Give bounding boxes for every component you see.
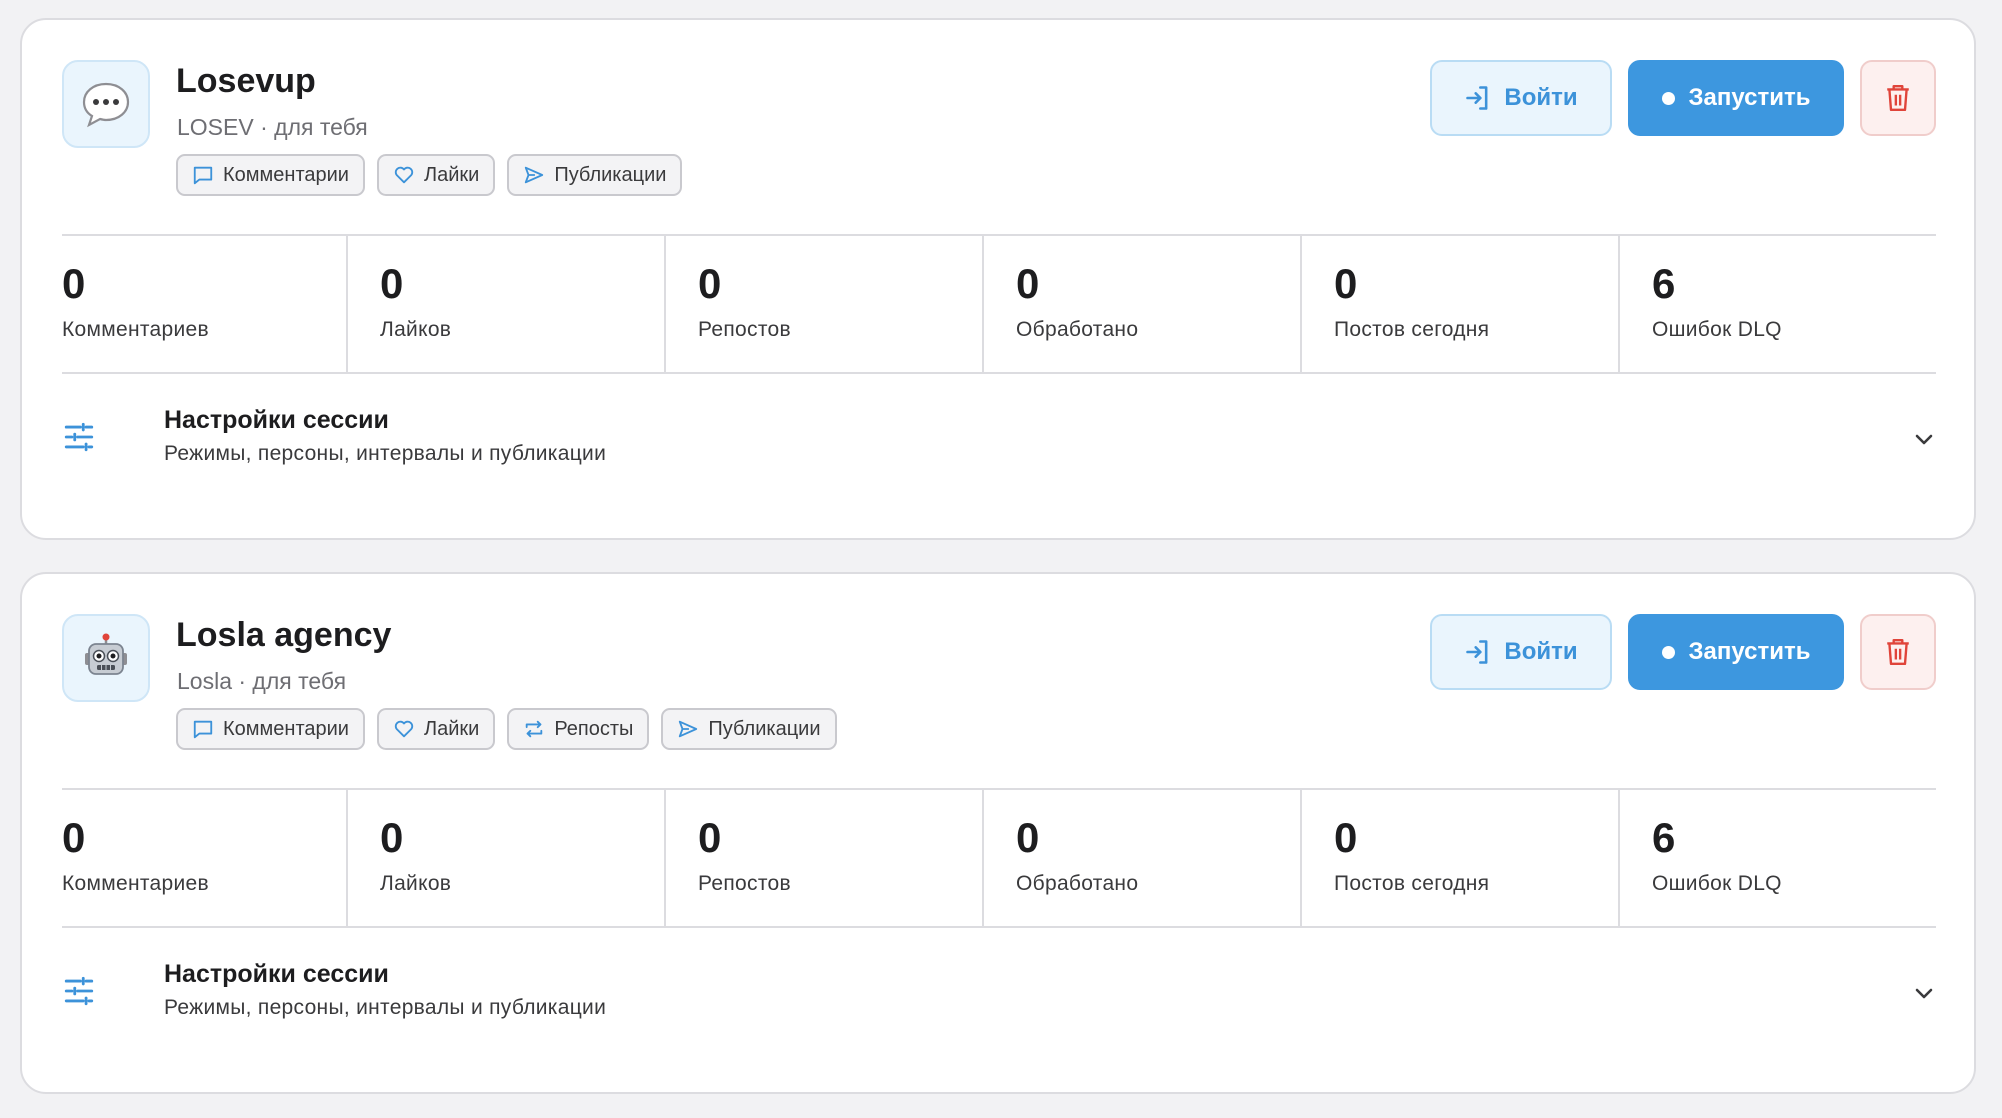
delete-button[interactable] <box>1860 60 1936 136</box>
send-icon <box>525 166 544 184</box>
stat-comments: 0 Комментариев <box>62 236 348 372</box>
stat-posts-today: 0 Постов сегодня <box>1302 236 1620 372</box>
settings-subtitle: Режимы, персоны, интервалы и публикации <box>164 996 607 1019</box>
sliders-icon <box>64 422 94 452</box>
start-button[interactable]: Запустить <box>1628 614 1844 690</box>
tag-label: Репосты <box>554 717 634 740</box>
stat-label: Постов сегодня <box>1334 318 1490 341</box>
heart-icon <box>394 166 414 184</box>
stat-dlq-errors: 6 Ошибок DLQ <box>1620 236 1936 372</box>
heart-icon <box>394 720 414 738</box>
session-title: Losevup <box>176 62 316 100</box>
stat-label: Репостов <box>698 872 791 895</box>
status-dot-icon <box>1661 645 1675 659</box>
stat-label: Репостов <box>698 318 791 341</box>
stat-label: Лайков <box>380 318 452 341</box>
stat-label: Комментариев <box>62 318 209 341</box>
session-settings-toggle[interactable]: Настройки сессии Режимы, персоны, интерв… <box>62 928 1936 1058</box>
stat-reposts: 0 Репостов <box>666 790 984 926</box>
stat-value: 0 <box>698 814 722 861</box>
tag-likes: Лайки <box>376 154 496 196</box>
robot-emoji-icon <box>85 633 127 675</box>
comment-icon <box>193 166 213 185</box>
session-avatar <box>62 614 150 702</box>
session-title: Losla agency <box>176 616 392 654</box>
settings-subtitle: Режимы, персоны, интервалы и публикации <box>164 442 607 465</box>
stat-label: Ошибок DLQ <box>1652 318 1782 341</box>
stat-value: 0 <box>380 260 404 307</box>
stat-processed: 0 Обработано <box>984 236 1302 372</box>
tag-publications: Публикации <box>661 708 837 750</box>
stat-dlq-errors: 6 Ошибок DLQ <box>1620 790 1936 926</box>
stat-posts-today: 0 Постов сегодня <box>1302 790 1620 926</box>
stats-row: 0 Комментариев 0 Лайков 0 Репостов 0 Обр… <box>62 234 1936 374</box>
tag-label: Лайки <box>423 163 480 186</box>
session-tags: Комментарии Лайки Публикации <box>176 154 683 196</box>
stat-likes: 0 Лайков <box>348 790 666 926</box>
comment-icon <box>193 720 213 739</box>
stat-value: 0 <box>1016 260 1040 307</box>
trash-icon <box>1887 84 1909 112</box>
delete-button[interactable] <box>1860 614 1936 690</box>
stat-label: Обработано <box>1016 318 1139 341</box>
login-icon <box>1466 86 1488 110</box>
tag-label: Лайки <box>423 717 480 740</box>
tag-label: Публикации <box>554 163 667 186</box>
tag-comments: Комментарии <box>176 154 365 196</box>
login-label: Войти <box>1504 638 1578 665</box>
session-avatar <box>62 60 150 148</box>
session-subtitle: LOSEV · для тебя <box>177 114 368 140</box>
stat-likes: 0 Лайков <box>348 236 666 372</box>
tag-likes: Лайки <box>376 708 496 750</box>
stat-value: 6 <box>1652 260 1676 307</box>
stat-label: Обработано <box>1016 872 1139 895</box>
stats-row: 0 Комментариев 0 Лайков 0 Репостов 0 Обр… <box>62 788 1936 928</box>
start-button[interactable]: Запустить <box>1628 60 1844 136</box>
stat-value: 0 <box>1016 814 1040 861</box>
stat-reposts: 0 Репостов <box>666 236 984 372</box>
stat-value: 6 <box>1652 814 1676 861</box>
settings-title: Настройки сессии <box>164 406 389 434</box>
tag-label: Публикации <box>708 717 821 740</box>
start-label: Запустить <box>1688 638 1811 665</box>
start-label: Запустить <box>1688 84 1811 111</box>
stat-value: 0 <box>62 814 86 861</box>
session-subtitle: Losla · для тебя <box>177 668 347 694</box>
tag-publications: Публикации <box>507 154 683 196</box>
login-button[interactable]: Войти <box>1430 614 1612 690</box>
sliders-icon <box>64 976 94 1006</box>
session-tags: Комментарии Лайки Репосты Публикации <box>176 708 837 750</box>
stat-value: 0 <box>698 260 722 307</box>
login-button[interactable]: Войти <box>1430 60 1612 136</box>
stat-label: Комментариев <box>62 872 209 895</box>
tag-label: Комментарии <box>223 717 349 740</box>
login-label: Войти <box>1504 84 1578 111</box>
trash-icon <box>1887 638 1909 666</box>
tag-label: Комментарии <box>223 163 349 186</box>
tag-reposts: Репосты <box>507 708 650 750</box>
stat-label: Лайков <box>380 872 452 895</box>
login-icon <box>1466 640 1488 664</box>
stat-value: 0 <box>62 260 86 307</box>
stat-label: Ошибок DLQ <box>1652 872 1782 895</box>
speech-bubble-emoji-icon <box>82 82 130 128</box>
stat-value: 0 <box>380 814 404 861</box>
status-dot-icon <box>1661 91 1675 105</box>
stat-value: 0 <box>1334 814 1358 861</box>
stat-label: Постов сегодня <box>1334 872 1490 895</box>
chevron-down-icon <box>1915 434 1933 445</box>
session-settings-toggle[interactable]: Настройки сессии Режимы, персоны, интерв… <box>62 374 1936 504</box>
stat-comments: 0 Комментариев <box>62 790 348 926</box>
session-card: Losevup LOSEV · для тебя Комментарии Лай… <box>20 18 1976 540</box>
settings-title: Настройки сессии <box>164 960 389 988</box>
stat-value: 0 <box>1334 260 1358 307</box>
tag-comments: Комментарии <box>176 708 365 750</box>
send-icon <box>679 720 698 738</box>
stat-processed: 0 Обработано <box>984 790 1302 926</box>
repost-icon <box>526 720 543 738</box>
session-card: Losla agency Losla · для тебя Комментари… <box>20 572 1976 1094</box>
chevron-down-icon <box>1915 988 1933 999</box>
